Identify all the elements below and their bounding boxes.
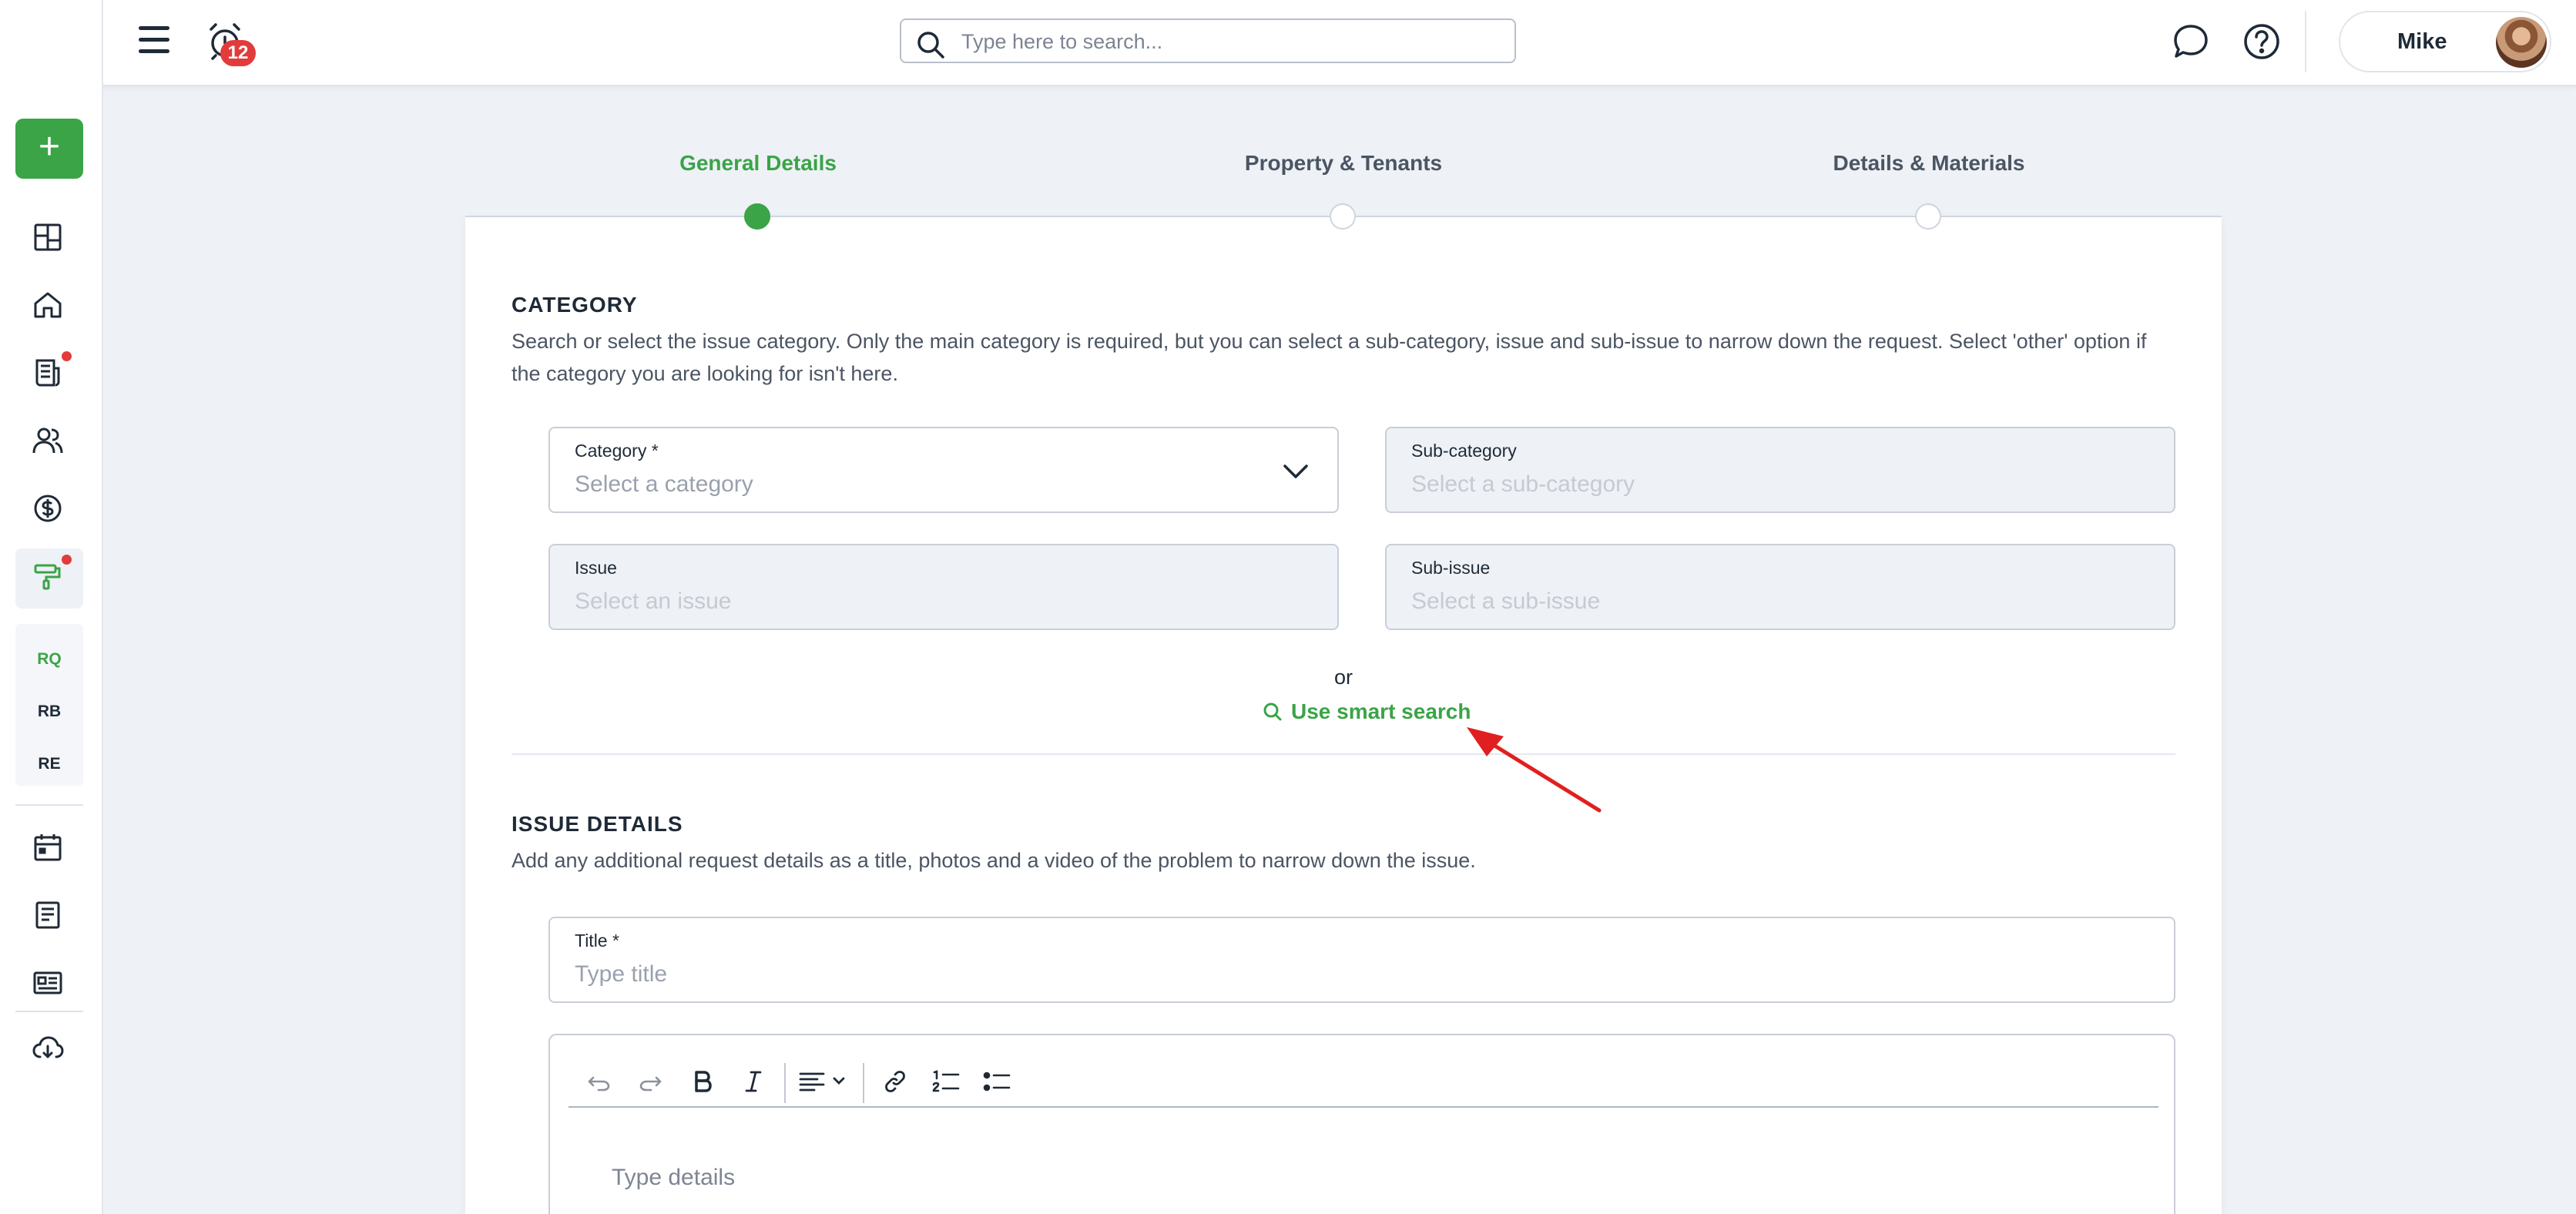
submenu-item-rq[interactable]: RQ [15, 650, 83, 669]
user-name: Mike [2397, 29, 2447, 54]
request-form-card: CATEGORY Search or select the issue cate… [465, 217, 2222, 1214]
document-icon[interactable] [31, 898, 68, 935]
search-input[interactable] [961, 26, 1501, 57]
section-divider [512, 753, 2175, 755]
search-icon [1263, 703, 1282, 721]
issue-details-description: Add any additional request details as a … [512, 849, 1476, 872]
smart-search-label: Use smart search [1291, 699, 1471, 723]
submenu-item-rb[interactable]: RB [15, 703, 83, 721]
step-dot-property-tenants[interactable] [1330, 203, 1356, 230]
top-bar: 12 Mike [0, 0, 2576, 86]
details-placeholder: Type details [612, 1165, 736, 1190]
step-general-details[interactable]: General Details [596, 151, 920, 176]
category-label: Category * [575, 441, 659, 461]
dollar-icon[interactable] [31, 491, 68, 528]
sub-issue-label: Sub-issue [1411, 558, 1491, 578]
toolbar-divider [863, 1063, 864, 1103]
italic-icon[interactable] [735, 1063, 772, 1100]
step-details-materials[interactable]: Details & Materials [1767, 151, 2091, 176]
category-select[interactable]: Category * Select a category [548, 427, 1339, 513]
dashboard-icon[interactable] [31, 220, 68, 257]
align-dropdown-icon[interactable] [795, 1063, 857, 1100]
sidebar-divider [15, 1011, 83, 1012]
user-menu[interactable]: Mike [2339, 11, 2551, 72]
issue-placeholder: Select an issue [575, 589, 732, 614]
maintenance-submenu: RQ RB RE [15, 624, 83, 786]
bold-icon[interactable] [684, 1063, 721, 1100]
menu-icon[interactable] [137, 23, 171, 57]
or-separator-text: or [1333, 666, 1353, 689]
chevron-down-icon [1283, 464, 1308, 478]
paint-roller-icon[interactable] [31, 559, 68, 596]
step-dot-general-details[interactable] [744, 203, 770, 230]
help-icon[interactable] [2242, 22, 2282, 65]
redo-icon[interactable] [632, 1063, 669, 1100]
issue-details-title: ISSUE DETAILS [512, 812, 683, 836]
sub-category-select: Sub-category Select a sub-category [1385, 427, 2175, 513]
category-section-description: Search or select the issue category. Onl… [512, 330, 2147, 385]
unread-dot [62, 555, 72, 565]
logo-area [0, 0, 103, 86]
people-icon[interactable] [31, 424, 68, 461]
newspaper-icon[interactable] [31, 356, 68, 393]
issue-select: Issue Select an issue [548, 544, 1339, 630]
editor-toolbar [569, 1054, 2158, 1108]
chat-icon[interactable] [2171, 22, 2211, 65]
listing-icon[interactable] [31, 966, 68, 1003]
title-placeholder: Type title [575, 961, 668, 987]
add-new-button[interactable]: + [15, 119, 83, 179]
sub-issue-placeholder: Select a sub-issue [1411, 589, 1601, 614]
header-divider [2305, 11, 2306, 72]
smart-search-link[interactable]: Use smart search [1262, 696, 1471, 727]
link-icon[interactable] [877, 1063, 914, 1100]
details-rich-text-editor[interactable]: Type details [548, 1034, 2175, 1214]
notification-badge: 12 [220, 40, 256, 66]
title-label: Title * [575, 931, 619, 951]
step-dot-details-materials[interactable] [1915, 203, 1941, 230]
title-field[interactable]: Title * Type title [548, 917, 2175, 1003]
avatar [2496, 17, 2547, 68]
undo-icon[interactable] [581, 1063, 618, 1100]
numbered-list-icon[interactable] [927, 1063, 964, 1100]
home-icon[interactable] [31, 288, 68, 325]
toolbar-divider [784, 1063, 786, 1103]
unread-dot [62, 351, 72, 361]
global-search[interactable] [900, 18, 1516, 63]
sidebar-divider [15, 804, 83, 806]
category-section-title: CATEGORY [512, 293, 638, 317]
sub-category-label: Sub-category [1411, 441, 1517, 461]
calendar-icon[interactable] [31, 830, 68, 867]
sub-issue-select: Sub-issue Select a sub-issue [1385, 544, 2175, 630]
category-placeholder: Select a category [575, 471, 753, 497]
search-icon [917, 32, 944, 59]
annotation-arrow-icon [1467, 727, 1602, 813]
sub-category-placeholder: Select a sub-category [1411, 471, 1635, 497]
submenu-item-re[interactable]: RE [15, 755, 83, 773]
cloud-download-icon[interactable] [31, 1032, 68, 1069]
issue-label: Issue [575, 558, 617, 578]
sidebar: + RQ RB RE [0, 86, 103, 1214]
step-property-tenants[interactable]: Property & Tenants [1182, 151, 1505, 176]
bullet-list-icon[interactable] [978, 1063, 1015, 1100]
